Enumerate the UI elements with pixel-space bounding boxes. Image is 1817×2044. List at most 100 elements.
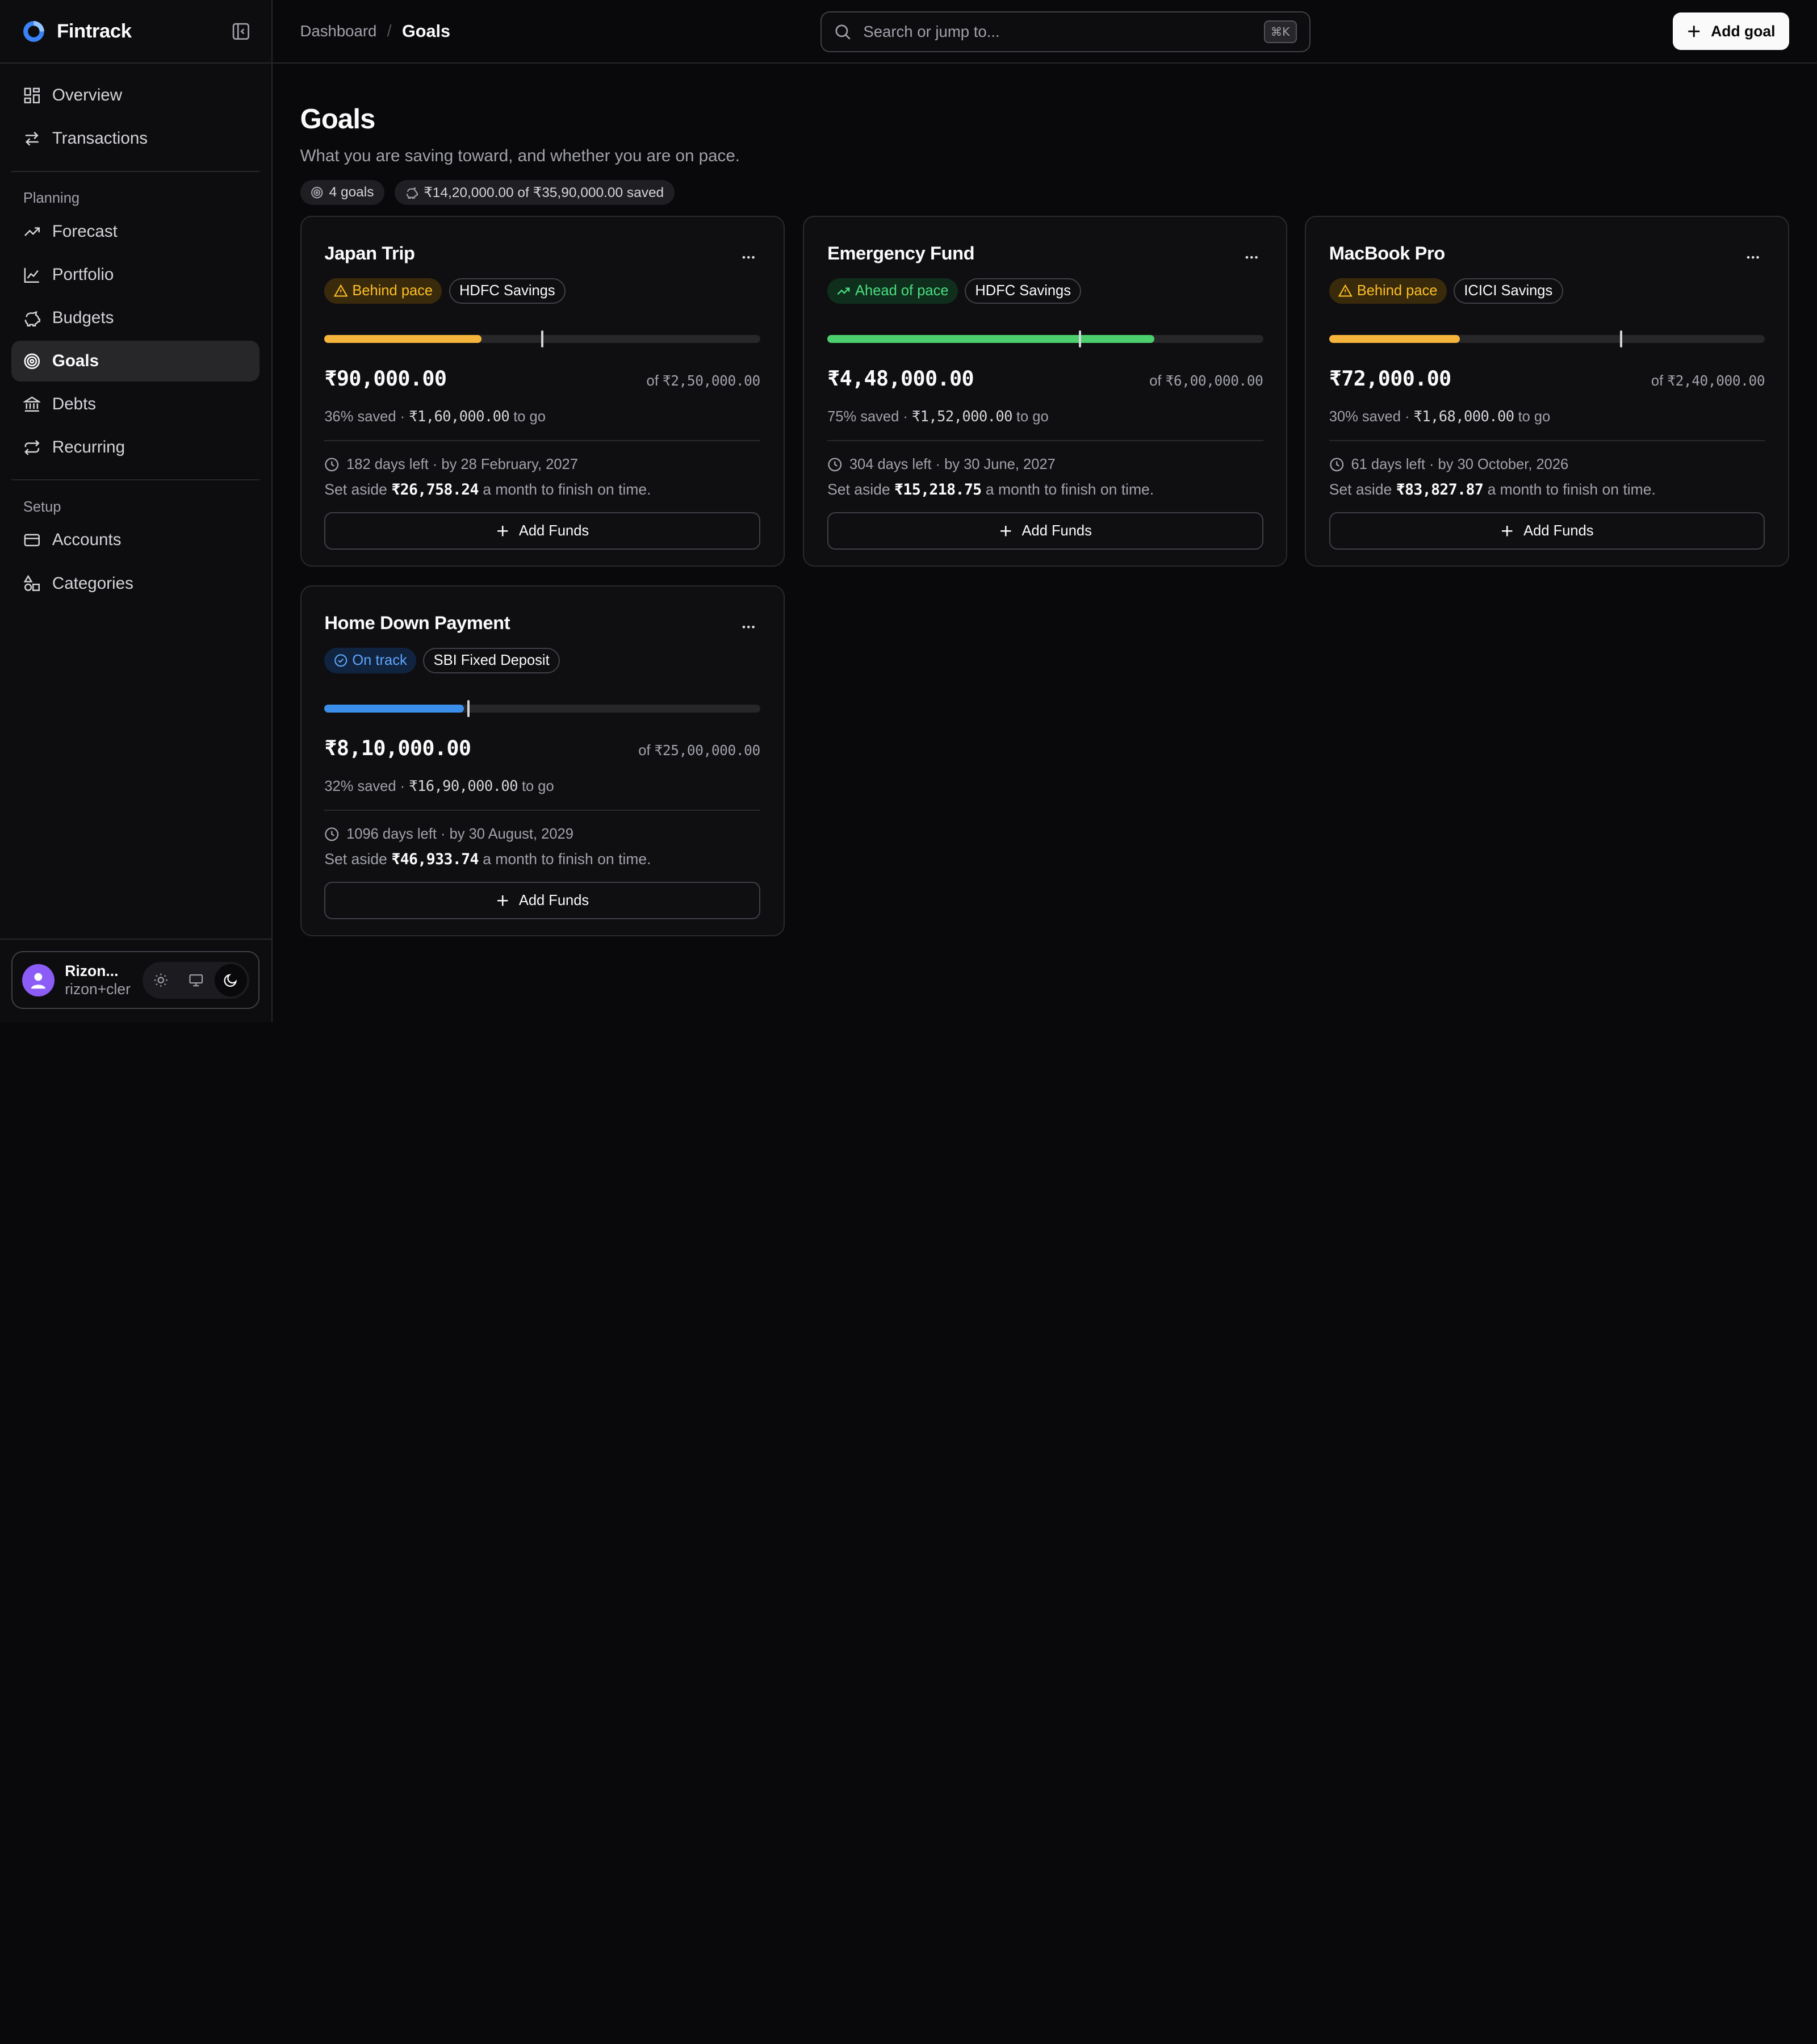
add-goal-button[interactable]: Add goal	[1672, 12, 1789, 50]
user-menu[interactable]: Rizon... rizon+cler	[11, 951, 260, 1010]
deadline-line: 304 days left · by 30 June, 2027	[827, 456, 1263, 473]
progress-bar	[324, 700, 760, 718]
sidebar-item-budgets[interactable]: Budgets	[11, 298, 259, 338]
sidebar-item-portfolio[interactable]: Portfolio	[11, 254, 259, 295]
brand-name: Fintrack	[56, 20, 132, 42]
pace-marker	[467, 700, 470, 718]
plus-icon	[497, 895, 508, 906]
total-saved: ₹14,20,000.00 of ₹35,90,000.00 saved	[424, 185, 664, 200]
sidebar-toggle-icon[interactable]	[232, 22, 250, 41]
more-options-icon[interactable]	[1741, 246, 1765, 269]
add-funds-button[interactable]: Add Funds	[324, 882, 760, 919]
more-options-icon[interactable]	[1240, 246, 1263, 269]
add-funds-button[interactable]: Add Funds	[827, 512, 1263, 550]
breadcrumb-dashboard[interactable]: Dashboard	[300, 22, 377, 40]
search-shortcut: ⌘K	[1263, 20, 1297, 44]
saved-percent: 32% saved ·	[324, 778, 405, 794]
brand: Fintrack	[0, 0, 271, 64]
sidebar-item-goals[interactable]: Goals	[11, 341, 260, 382]
add-funds-button[interactable]: Add Funds	[1329, 512, 1765, 550]
progress-fill	[324, 334, 482, 344]
nav-group-planning: Planning	[23, 190, 80, 207]
theme-toggle	[143, 961, 249, 999]
target-prefix: of	[646, 372, 659, 389]
days-left: 61 days left · by 30 October, 2026	[1351, 456, 1569, 472]
more-options-icon[interactable]	[737, 615, 760, 639]
trend-icon	[24, 227, 40, 237]
monthly-amount: ₹83,827.87	[1396, 480, 1484, 499]
search-input[interactable]: Search or jump to... ⌘K	[820, 11, 1311, 52]
clock-icon	[1330, 458, 1343, 472]
sidebar: Fintrack Overview Transactions Planning …	[0, 0, 273, 1022]
search-icon	[835, 24, 851, 40]
sun-icon[interactable]	[145, 964, 177, 996]
more-options-icon[interactable]	[737, 246, 760, 269]
summary-pills: 4 goals ₹14,20,000.00 of ₹35,90,000.00 s…	[300, 179, 1789, 206]
divider	[324, 440, 760, 442]
user-name: Rizon...	[65, 962, 119, 979]
target-icon	[24, 353, 40, 369]
progress-bar	[324, 330, 760, 348]
monitor-icon[interactable]	[179, 964, 212, 996]
set-aside-prefix: Set aside	[827, 480, 890, 498]
divider	[11, 170, 260, 172]
set-aside-suffix: a month to finish on time.	[483, 850, 651, 868]
saved-amount: ₹90,000.00	[324, 366, 447, 391]
sidebar-item-recurring[interactable]: Recurring	[11, 428, 259, 468]
warning-icon	[333, 284, 348, 297]
plus-icon	[497, 525, 508, 537]
add-funds-button[interactable]: Add Funds	[324, 512, 760, 550]
saved-summary: 30% saved · ₹1,68,000.00 to go	[1329, 408, 1765, 425]
goal-card: Japan Trip Behind pace HDFC Savings ₹90,…	[300, 215, 785, 567]
status-badge: Behind pace	[324, 278, 442, 304]
sidebar-item-transactions[interactable]: Transactions	[11, 119, 259, 159]
sidebar-item-forecast[interactable]: Forecast	[11, 211, 259, 252]
arrows-icon	[25, 132, 39, 146]
progress-fill	[324, 704, 464, 713]
set-aside-prefix: Set aside	[324, 480, 387, 498]
piggy-icon	[406, 187, 418, 199]
remaining-amount: ₹1,52,000.00	[911, 408, 1013, 425]
account-badge: HDFC Savings	[965, 278, 1082, 304]
progress-fill	[827, 334, 1154, 344]
saved-amount: ₹8,10,000.00	[324, 735, 471, 760]
plus-icon	[1502, 525, 1513, 537]
status-label: Behind pace	[1357, 282, 1438, 299]
search-placeholder: Search or jump to...	[863, 23, 1000, 41]
sidebar-item-categories[interactable]: Categories	[11, 563, 259, 604]
goal-card: Home Down Payment On track SBI Fixed Dep…	[300, 585, 785, 937]
user-footer: Rizon... rizon+cler	[0, 939, 271, 1022]
check-circle-icon	[334, 654, 347, 667]
status-label: Ahead of pace	[855, 282, 949, 299]
sidebar-item-label: Recurring	[52, 438, 125, 457]
main-content: Goals What you are saving toward, and wh…	[300, 65, 1789, 937]
to-go-label: to go	[1016, 408, 1049, 425]
monthly-amount: ₹46,933.74	[391, 850, 479, 868]
divider	[1329, 440, 1765, 442]
sidebar-item-debts[interactable]: Debts	[11, 384, 259, 424]
days-left: 182 days left · by 28 February, 2027	[346, 456, 578, 472]
set-aside-suffix: a month to finish on time.	[985, 480, 1154, 498]
divider	[11, 479, 260, 481]
breadcrumb-current: Goals	[401, 21, 451, 41]
target-prefix: of	[1651, 372, 1664, 389]
progress-bar	[1329, 330, 1765, 348]
clock-icon	[325, 458, 339, 472]
goal-title: MacBook Pro	[1329, 242, 1446, 263]
monthly-target: Set aside ₹83,827.87 a month to finish o…	[1329, 481, 1765, 499]
status-badge: Behind pace	[1329, 278, 1447, 304]
card-icon	[24, 534, 40, 547]
sidebar-item-overview[interactable]: Overview	[11, 76, 259, 116]
goal-title: Home Down Payment	[324, 611, 510, 633]
moon-icon[interactable]	[214, 964, 247, 997]
warning-icon	[1338, 284, 1353, 297]
saved-percent: 36% saved ·	[324, 408, 405, 425]
sidebar-item-label: Transactions	[52, 129, 148, 148]
goal-card: MacBook Pro Behind pace ICICI Savings ₹7…	[1304, 215, 1789, 567]
account-badge: SBI Fixed Deposit	[423, 647, 560, 673]
sidebar-item-accounts[interactable]: Accounts	[11, 520, 259, 560]
target-amount: of ₹2,50,000.00	[646, 372, 761, 389]
repeat-icon	[24, 439, 40, 455]
status-badge: Ahead of pace	[827, 278, 958, 304]
divider	[324, 810, 760, 811]
